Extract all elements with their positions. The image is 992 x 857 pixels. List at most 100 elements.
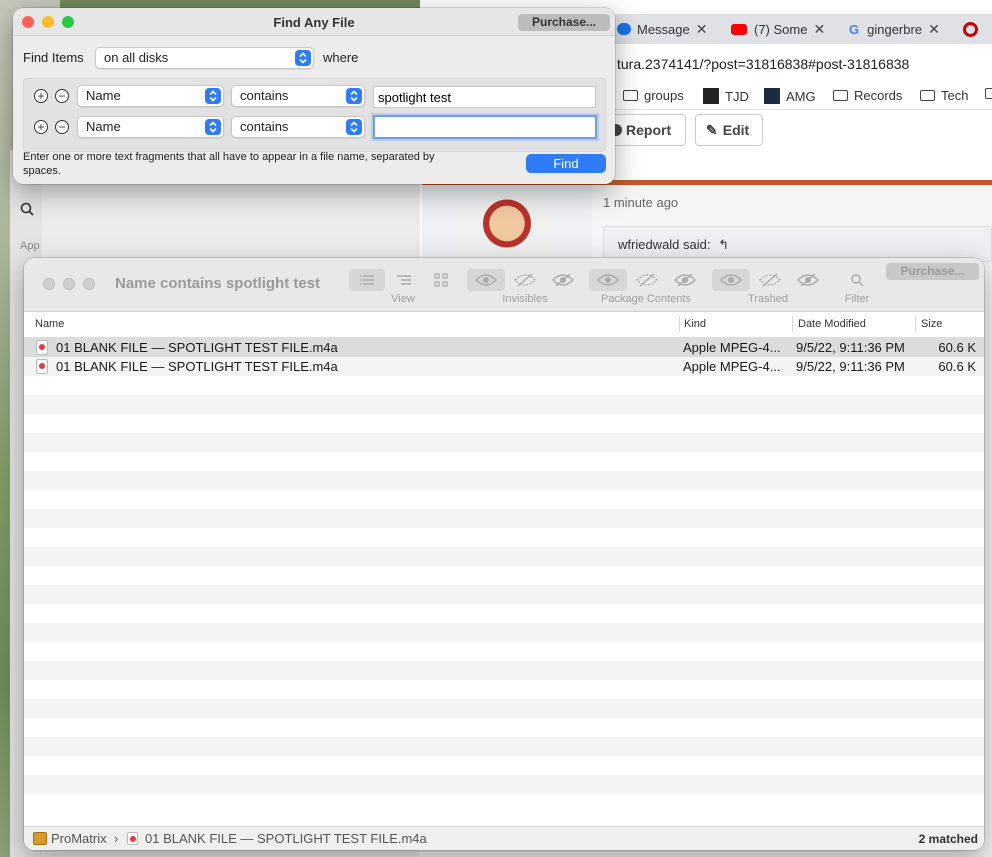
results-window: Name contains spotlight test View Invisi… <box>24 258 984 850</box>
find-items-label: Find Items <box>23 50 84 65</box>
path-separator: › <box>114 831 119 846</box>
search-icon[interactable] <box>16 198 38 220</box>
edit-button[interactable]: ✎ Edit <box>695 114 763 146</box>
purchase-button[interactable]: Purchase... <box>518 14 610 31</box>
view-group-label: View <box>391 293 415 305</box>
remove-criterion-icon[interactable]: − <box>55 89 69 103</box>
hide-package-contents-icon[interactable] <box>630 269 664 291</box>
popup-stepper-icon <box>205 119 221 135</box>
trashed-only-icon[interactable] <box>791 269 825 291</box>
outline-view-icon[interactable] <box>389 269 419 291</box>
tab-target[interactable] <box>963 18 992 40</box>
cell-name: 01 BLANK FILE — SPOTLIGHT TEST FILE.m4a <box>56 340 338 355</box>
column-size[interactable]: Size <box>921 318 942 330</box>
find-button[interactable]: Find <box>526 154 606 173</box>
bookmark-favicon-icon <box>764 88 780 104</box>
bookmark-amg[interactable]: AMG <box>764 88 816 104</box>
invisibles-only-icon[interactable] <box>546 269 580 291</box>
empty-row <box>24 623 984 642</box>
column-date-modified[interactable]: Date Modified <box>798 318 866 330</box>
tab-youtube[interactable]: (7) Some ✕ <box>731 18 831 40</box>
audio-file-icon <box>36 359 48 374</box>
pencil-icon: ✎ <box>706 121 718 138</box>
avatar[interactable] <box>458 192 556 262</box>
table-row[interactable]: 01 BLANK FILE — SPOTLIGHT TEST FILE.m4a A… <box>24 338 984 357</box>
purchase-button[interactable]: Purchase... <box>886 263 979 280</box>
invisibles-group-label: Invisibles <box>502 293 548 305</box>
filter-search-icon[interactable] <box>842 269 872 291</box>
empty-row <box>24 585 984 604</box>
background-label: App <box>20 240 40 252</box>
close-icon[interactable]: ✕ <box>928 21 940 38</box>
cell-date-modified: 9/5/22, 9:11:36 PM <box>796 359 905 374</box>
close-icon[interactable]: ✕ <box>696 21 708 38</box>
status-bar: ProMatrix › 01 BLANK FILE — SPOTLIGHT TE… <box>24 826 984 850</box>
search-text-field[interactable] <box>373 115 597 139</box>
close-window-button[interactable] <box>43 278 55 290</box>
column-divider[interactable] <box>915 316 916 332</box>
path-file[interactable]: 01 BLANK FILE — SPOTLIGHT TEST FILE.m4a <box>145 831 427 846</box>
column-kind[interactable]: Kind <box>684 318 706 330</box>
empty-row <box>24 433 984 452</box>
bookmark-tech[interactable]: Tech <box>920 88 968 103</box>
audio-file-icon <box>36 340 48 355</box>
hide-invisibles-icon[interactable] <box>508 269 542 291</box>
attribute-value: Name <box>86 119 121 134</box>
empty-row <box>24 699 984 718</box>
bookmark-more[interactable] <box>985 88 992 99</box>
folder-icon <box>985 88 992 99</box>
add-criterion-icon[interactable]: + <box>34 89 48 103</box>
bookmark-groups[interactable]: groups <box>623 88 684 103</box>
column-divider[interactable] <box>792 316 793 332</box>
scope-value: on all disks <box>104 50 169 65</box>
operator-value: contains <box>240 88 289 103</box>
tab-google[interactable]: G gingerbre ✕ <box>849 18 947 40</box>
cell-name: 01 BLANK FILE — SPOTLIGHT TEST FILE.m4a <box>56 359 338 374</box>
post-timestamp[interactable]: 1 minute ago <box>603 195 678 210</box>
package-contents-only-icon[interactable] <box>668 269 702 291</box>
trashed-group-label: Trashed <box>748 293 788 305</box>
empty-row <box>24 528 984 547</box>
minimize-window-button[interactable] <box>63 278 75 290</box>
edit-label: Edit <box>722 122 750 138</box>
operator-popup[interactable]: contains <box>231 116 365 138</box>
table-row[interactable]: 01 BLANK FILE — SPOTLIGHT TEST FILE.m4a A… <box>24 357 984 376</box>
google-icon: G <box>849 21 860 37</box>
results-window-title: Name contains spotlight test <box>115 275 321 292</box>
close-icon[interactable]: ✕ <box>813 21 825 38</box>
show-invisibles-icon[interactable] <box>467 269 505 291</box>
add-criterion-icon[interactable]: + <box>34 120 48 134</box>
tab-messages[interactable]: Message ✕ <box>617 18 723 40</box>
column-divider[interactable] <box>679 316 680 332</box>
attribute-value: Name <box>86 88 121 103</box>
path-root[interactable]: ProMatrix <box>51 831 107 846</box>
empty-row <box>24 376 984 395</box>
empty-row <box>24 718 984 737</box>
zoom-window-button[interactable] <box>83 278 95 290</box>
grid-view-icon[interactable] <box>426 269 456 291</box>
hide-trashed-icon[interactable] <box>753 269 787 291</box>
empty-row <box>24 680 984 699</box>
list-view-icon[interactable] <box>349 269 385 291</box>
bookmark-records[interactable]: Records <box>833 88 902 103</box>
remove-criterion-icon[interactable]: − <box>55 120 69 134</box>
show-trashed-icon[interactable] <box>712 269 750 291</box>
operator-popup[interactable]: contains <box>231 85 365 107</box>
quote-author[interactable]: wfriedwald said: ↰ <box>618 237 729 253</box>
attribute-popup[interactable]: Name <box>77 85 224 107</box>
scope-popup[interactable]: on all disks <box>95 47 314 69</box>
folder-icon <box>920 90 935 101</box>
attribute-popup[interactable]: Name <box>77 116 224 138</box>
report-label: Report <box>626 122 672 138</box>
bookmark-tjd[interactable]: TJD <box>703 88 749 104</box>
youtube-icon <box>731 23 747 35</box>
bookmark-label: Records <box>854 88 903 103</box>
match-count: 2 matched <box>918 832 978 846</box>
search-text-field[interactable] <box>373 86 596 108</box>
tab-label: Message <box>637 21 690 37</box>
folder-icon <box>623 90 638 101</box>
url-text[interactable]: tura.2374141/?post=31816838#post-3181683… <box>617 56 909 72</box>
column-name[interactable]: Name <box>35 318 64 330</box>
empty-row <box>24 604 984 623</box>
show-package-contents-icon[interactable] <box>589 269 627 291</box>
